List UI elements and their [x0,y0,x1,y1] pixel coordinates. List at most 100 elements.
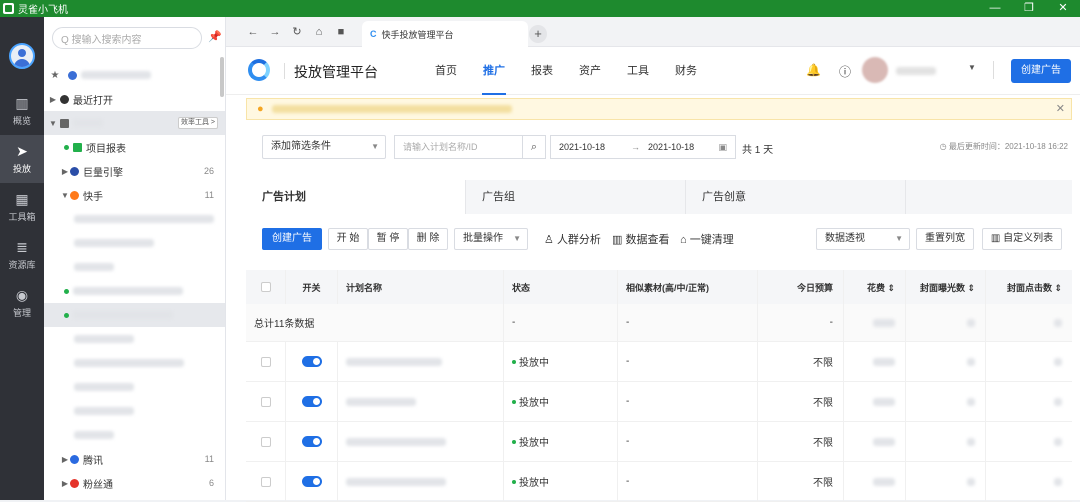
tree-item-project-report[interactable]: 项目报表 [44,135,225,159]
tab-ad-creative[interactable]: 广告创意 [686,180,906,214]
plan-name-cell[interactable] [338,422,504,461]
list-item[interactable] [44,231,225,255]
column-header[interactable]: 相似素材(高/中/正常) [618,270,758,304]
list-item[interactable] [44,207,225,231]
list-item[interactable] [44,375,225,399]
reset-columns-button[interactable]: 重置列宽 [916,228,974,250]
tree-item-qianchuan[interactable]: ▶ 千川 2 [44,495,225,500]
create-ad-button[interactable]: 创建广告 [1011,59,1071,83]
custom-columns-button[interactable]: ▥ 自定义列表 [982,228,1062,250]
start-button[interactable]: 开 始 [328,228,368,250]
audience-analysis-link[interactable]: ♙ 人群分析 [544,231,601,247]
row-toggle[interactable] [301,356,322,367]
data-view-link[interactable]: ▥ 数据查看 [612,231,669,247]
budget-cell[interactable]: 不限 [758,422,844,461]
column-header[interactable]: 状态 [504,270,618,304]
nav-item-resources[interactable]: ≣ 资源库 [0,231,44,279]
bell-icon[interactable]: 🔔 [806,63,821,80]
column-header[interactable]: 封面曝光数 ⇕ [906,270,986,304]
tab-tools[interactable]: 工具 [614,47,662,95]
nav-item-manage[interactable]: ◉ 管理 [0,279,44,327]
new-tab-button[interactable]: + [529,25,547,43]
delete-button[interactable]: 删 除 [408,228,448,250]
tree-item-group[interactable]: ▼ 效率工具 > [44,111,225,135]
tab-finance[interactable]: 财务 [662,47,710,95]
row-checkbox[interactable] [260,356,271,367]
home-icon[interactable]: ⌂ [308,26,330,38]
column-header[interactable]: 今日预算 [758,270,844,304]
tree-item-tencent[interactable]: ▶ 腾讯 11 [44,447,225,471]
pivot-select[interactable]: 数据透视 ▼ [816,228,910,250]
tab-reports[interactable]: 报表 [518,47,566,95]
row-checkbox[interactable] [260,396,271,407]
tree-item-favorite[interactable]: ★ [44,63,225,87]
refresh-icon[interactable]: ↻ [286,25,308,38]
create-ad-button[interactable]: 创建广告 [262,228,322,250]
row-toggle[interactable] [301,396,322,407]
budget-cell[interactable]: 不限 [758,342,844,381]
row-toggle[interactable] [301,476,322,487]
help-icon[interactable]: ⓘ [839,63,851,80]
list-item[interactable] [44,327,225,351]
list-item[interactable] [44,399,225,423]
tab-promotion[interactable]: 推广 [470,47,518,95]
user-avatar[interactable] [862,57,888,83]
list-item[interactable] [44,351,225,375]
back-icon[interactable]: ← [242,26,264,38]
browser-tab[interactable]: C 快手投放管理平台 [362,21,528,47]
nav-item-overview[interactable]: ▥ 概览 [0,87,44,135]
one-click-clean-link[interactable]: ⌂ 一键清理 [680,231,734,247]
row-toggle[interactable] [301,436,322,447]
redacted-text [74,239,154,247]
date-range-picker[interactable]: 2021-10-18 → 2021-10-18 ▣ [550,135,736,159]
nav-item-toolbox[interactable]: ▦ 工具箱 [0,183,44,231]
list-item[interactable] [44,423,225,447]
row-checkbox[interactable] [260,476,271,487]
list-item[interactable] [44,303,225,327]
maximize-icon[interactable]: ❐ [1012,0,1046,17]
minimize-icon[interactable]: — [978,0,1012,17]
budget-cell[interactable]: 不限 [758,382,844,421]
batch-select[interactable]: 批量操作 ▼ [454,228,528,250]
column-header[interactable]: 开关 [286,270,338,304]
add-filter-select[interactable]: 添加筛选条件 ▼ [262,135,386,159]
search-button[interactable]: ⌕ [522,135,546,159]
tab-assets[interactable]: 资产 [566,47,614,95]
pin-icon[interactable]: 📌 [208,30,222,43]
tab-ad-group[interactable]: 广告组 [466,180,686,214]
redacted-text [1054,357,1062,366]
table-row[interactable]: 投放中 - 不限 [246,382,1072,422]
plan-name-cell[interactable] [338,382,504,421]
tree-item-fensitong[interactable]: ▶ 粉丝通 6 [44,471,225,495]
column-header[interactable]: 花费 ⇕ [844,270,906,304]
list-item[interactable] [44,279,225,303]
table-row[interactable]: 投放中 - 不限 [246,422,1072,462]
apps-icon[interactable]: ■ [330,26,352,38]
tree-item-juliang[interactable]: ▶ 巨量引擎 26 [44,159,225,183]
shortcut-tag[interactable]: 效率工具 > [177,117,218,129]
close-icon[interactable]: ✕ [1056,102,1065,115]
table-row[interactable]: 投放中 - 不限 [246,462,1072,502]
forward-icon[interactable]: → [264,26,286,38]
nav-item-delivery[interactable]: ➤ 投放 [0,135,44,183]
column-header[interactable]: 计划名称 [338,270,504,304]
tree-item-kuaishou[interactable]: ▼ 快手 11 [44,183,225,207]
list-item[interactable] [44,255,225,279]
plan-search-input[interactable]: 请输入计划名称/ID [394,135,522,159]
select-all-checkbox[interactable] [260,282,271,292]
similar-cell: - [618,462,758,501]
tab-ad-plan[interactable]: 广告计划 [246,180,466,214]
budget-cell[interactable]: 不限 [758,462,844,501]
plan-name-cell[interactable] [338,462,504,501]
row-checkbox[interactable] [260,436,271,447]
avatar[interactable] [9,43,35,69]
sidebar-search-input[interactable]: Q 搜输入搜索内容 [52,27,202,49]
tab-home[interactable]: 首页 [422,47,470,95]
plan-name-cell[interactable] [338,342,504,381]
pause-button[interactable]: 暂 停 [368,228,408,250]
tree-item-recent[interactable]: ▶ 最近打开 [44,87,225,111]
column-header[interactable]: 封面点击数 ⇕ [986,270,1072,304]
chevron-down-icon[interactable]: ▼ [968,63,976,72]
close-icon[interactable]: ✕ [1046,0,1080,17]
table-row[interactable]: 投放中 - 不限 [246,342,1072,382]
